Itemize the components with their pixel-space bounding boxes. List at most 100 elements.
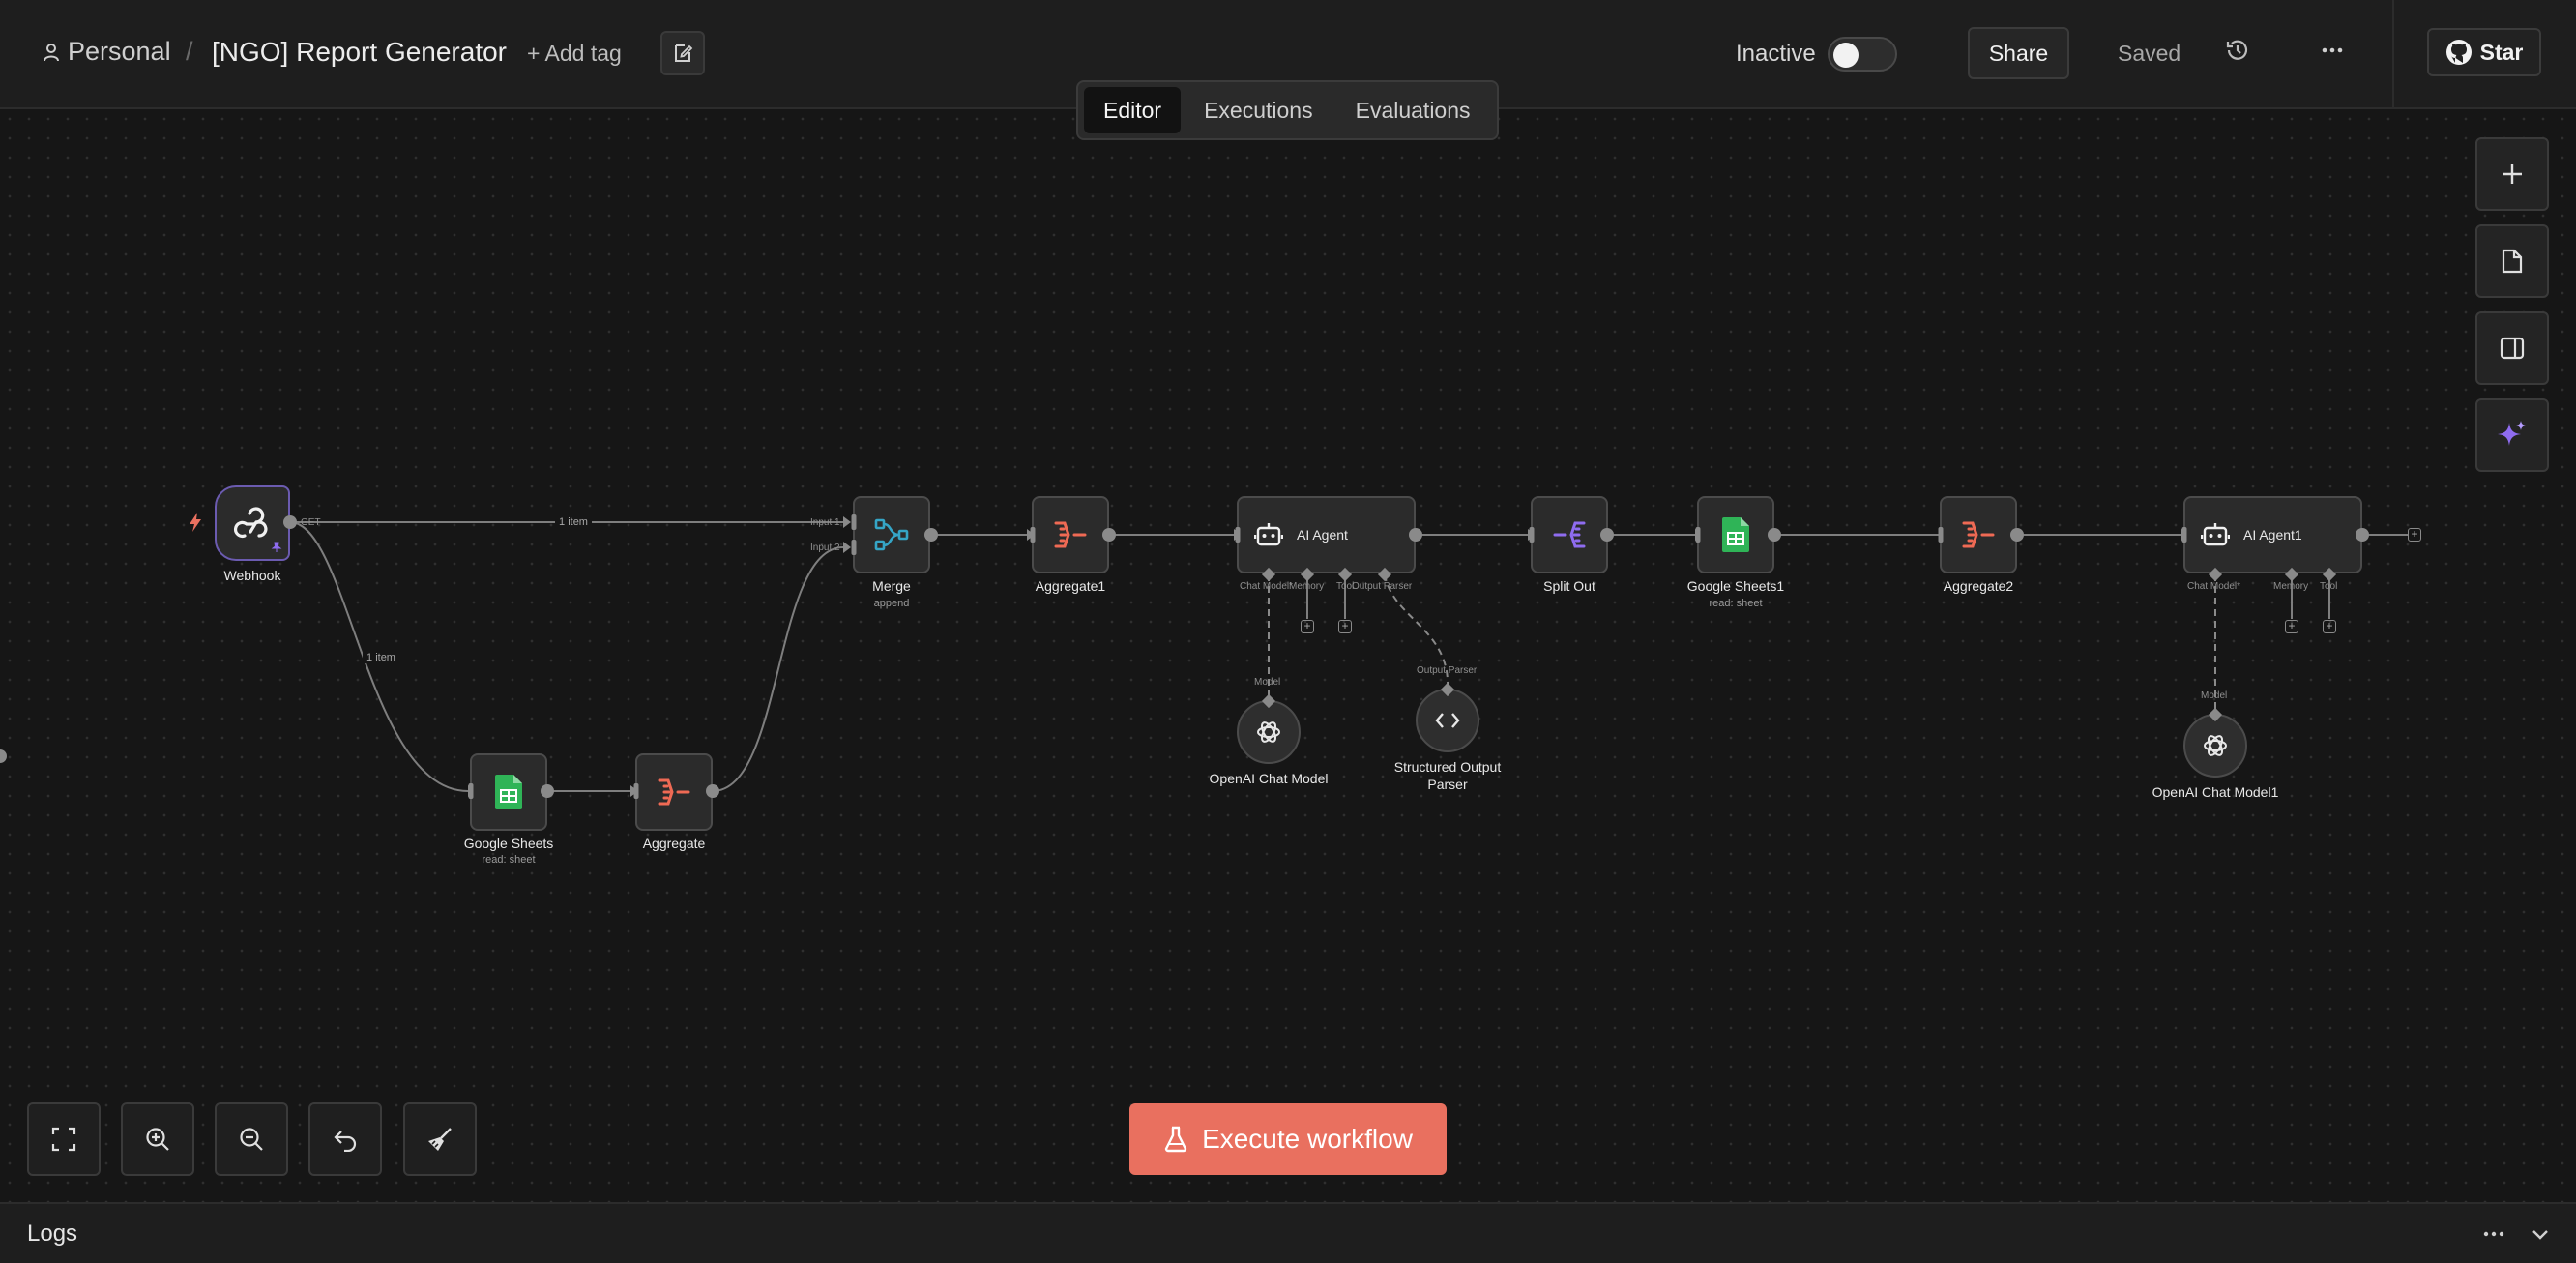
node-label-openai-chat-model: OpenAI Chat Model: [1209, 771, 1329, 786]
flask-icon: [1164, 1126, 1187, 1153]
fit-view-button[interactable]: [27, 1102, 101, 1176]
logs-collapse-button[interactable]: [2528, 1221, 2553, 1251]
node-openai-chat-model[interactable]: [1237, 700, 1301, 764]
input-handle[interactable]: [1938, 527, 1944, 543]
node-merge[interactable]: [853, 496, 930, 573]
header-divider: [2392, 0, 2394, 109]
node-label-aggregate2: Aggregate2: [1943, 578, 2014, 594]
code-brackets-icon: [1435, 713, 1460, 728]
add-tool-plus[interactable]: +: [2323, 620, 2336, 633]
output-handle[interactable]: [1600, 528, 1614, 542]
tab-editor[interactable]: Editor: [1084, 87, 1182, 133]
edit-note-icon: [675, 44, 693, 62]
panel-icon: [2500, 337, 2525, 360]
input-handle[interactable]: [851, 514, 857, 530]
project-name: Personal: [68, 37, 171, 66]
undo-button[interactable]: [308, 1102, 382, 1176]
tidy-up-button[interactable]: [403, 1102, 477, 1176]
input-handle[interactable]: [1695, 527, 1701, 543]
port-label-model1: Model: [2201, 690, 2228, 701]
node-label-aggregate1: Aggregate1: [1035, 578, 1106, 594]
breadcrumb-separator: /: [186, 37, 193, 66]
node-split-out[interactable]: [1531, 496, 1608, 573]
node-google-sheets1[interactable]: [1697, 496, 1774, 573]
node-label-ai-agent1: AI Agent1: [2243, 527, 2302, 543]
workflow-title[interactable]: [NGO] Report Generator: [212, 37, 507, 68]
zoom-out-button[interactable]: [215, 1102, 288, 1176]
edge-label-webhook-merge: 1 item: [555, 516, 592, 528]
google-sheets-icon: [495, 775, 522, 809]
output-handle[interactable]: [2010, 528, 2024, 542]
port-label-webhook-get: GET: [301, 517, 321, 528]
toggle-knob: [1833, 43, 1859, 68]
output-handle[interactable]: [1409, 528, 1422, 542]
node-openai-chat-model1[interactable]: [2183, 714, 2247, 778]
input-handle[interactable]: [633, 783, 639, 799]
port-label-model: Model: [1254, 677, 1281, 688]
edit-description-button[interactable]: [660, 31, 705, 75]
node-structured-output-parser[interactable]: [1416, 689, 1479, 752]
port-label-agent-memory: Memory: [1289, 581, 1325, 592]
port-label-agent-output-parser: Output Parser: [1352, 581, 1413, 592]
project-breadcrumb[interactable]: Personal: [43, 37, 171, 67]
output-handle[interactable]: [1768, 528, 1781, 542]
output-handle[interactable]: [706, 784, 719, 798]
input-handle[interactable]: [1030, 527, 1036, 543]
node-webhook[interactable]: [215, 485, 290, 561]
plus-icon: [2503, 164, 2522, 184]
sticky-note-icon: [2502, 249, 2523, 274]
history-icon: [2226, 40, 2248, 60]
ai-assistant-button[interactable]: [2475, 398, 2549, 472]
add-node-plus[interactable]: +: [2408, 528, 2421, 542]
add-memory-plus[interactable]: +: [1301, 620, 1314, 633]
active-toggle[interactable]: [1828, 37, 1897, 72]
port-label-agent1-tool: Tool: [2320, 581, 2338, 592]
toggle-panel-button[interactable]: [2475, 311, 2549, 385]
logs-more-button[interactable]: [2481, 1221, 2506, 1251]
input-handle[interactable]: [1235, 527, 1241, 543]
add-node-button[interactable]: [2475, 137, 2549, 211]
add-tag-button[interactable]: + Add tag: [527, 41, 622, 67]
node-subtitle-google-sheets: read: sheet: [482, 854, 536, 866]
node-aggregate2[interactable]: [1940, 496, 2017, 573]
input-handle[interactable]: [1529, 527, 1535, 543]
port-label-merge-input2: Input 2: [810, 543, 840, 553]
add-memory-plus[interactable]: +: [2285, 620, 2298, 633]
output-handle[interactable]: [1102, 528, 1116, 542]
add-tool-plus[interactable]: +: [1338, 620, 1352, 633]
trigger-bolt-icon: [190, 513, 201, 532]
node-aggregate[interactable]: [635, 753, 713, 831]
add-sticky-note-button[interactable]: [2475, 224, 2549, 298]
output-handle[interactable]: [924, 528, 938, 542]
status-label: Inactive: [1736, 41, 1816, 67]
tab-evaluations[interactable]: Evaluations: [1336, 87, 1490, 133]
node-ai-agent[interactable]: AI Agent: [1237, 496, 1416, 573]
input-handle[interactable]: [2181, 527, 2187, 543]
github-star-button[interactable]: Star: [2427, 28, 2541, 76]
port-label-merge-input1: Input 1: [810, 517, 840, 528]
edge-label-webhook-sheets: 1 item: [363, 652, 399, 663]
node-label-openai-chat-model1: OpenAI Chat Model1: [2152, 784, 2279, 800]
pin-icon: [271, 542, 282, 552]
node-ai-agent1[interactable]: AI Agent1: [2183, 496, 2362, 573]
view-tabs: Editor Executions Evaluations: [1076, 80, 1499, 140]
node-aggregate1[interactable]: [1032, 496, 1109, 573]
aggregate-icon: [1962, 521, 1995, 548]
history-button[interactable]: [2224, 37, 2251, 69]
share-button[interactable]: Share: [1968, 27, 2069, 79]
execute-workflow-button[interactable]: Execute workflow: [1129, 1103, 1447, 1175]
node-google-sheets[interactable]: [470, 753, 547, 831]
tab-executions[interactable]: Executions: [1185, 87, 1332, 133]
input-handle[interactable]: [468, 783, 474, 799]
output-handle[interactable]: [541, 784, 554, 798]
more-menu-button[interactable]: [2319, 37, 2346, 69]
openai-icon: [2204, 735, 2227, 756]
output-handle[interactable]: [283, 515, 297, 529]
aggregate-icon: [1054, 521, 1087, 548]
node-label-structured-output-parser: Structured Output Parser: [1393, 759, 1502, 792]
zoom-in-button[interactable]: [121, 1102, 194, 1176]
input-handle[interactable]: [851, 540, 857, 555]
port-label-output-parser: Output Parser: [1417, 665, 1478, 676]
output-handle[interactable]: [2356, 528, 2369, 542]
logs-panel[interactable]: Logs: [0, 1202, 2576, 1263]
